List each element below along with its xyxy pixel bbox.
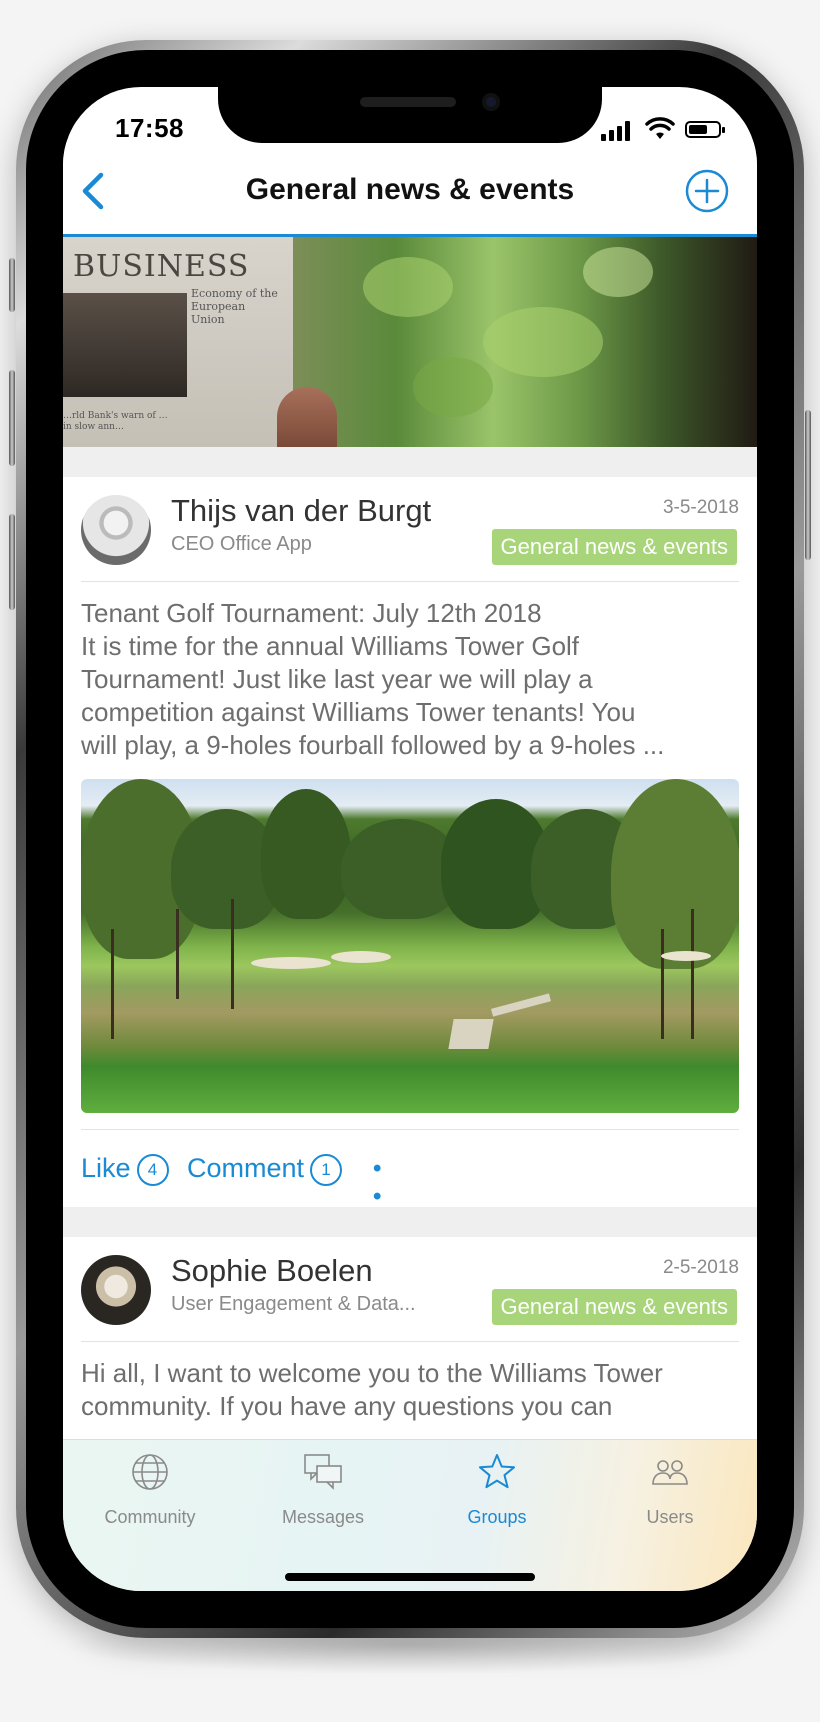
tab-community[interactable]: Community — [65, 1452, 235, 1532]
section-gap — [63, 1207, 757, 1237]
chat-bubbles-icon — [304, 1454, 342, 1490]
post-line: community. If you have any questions you… — [81, 1391, 613, 1421]
tab-messages[interactable]: Messages — [238, 1452, 408, 1532]
post-card[interactable]: Sophie Boelen User Engagement & Data... … — [63, 1237, 757, 1439]
newspaper-graphic: BUSINESS Economy of the European Union …… — [63, 237, 293, 447]
post-date: 2-5-2018 — [662, 1257, 739, 1278]
status-icons — [601, 117, 727, 143]
battery-icon — [685, 121, 725, 138]
tab-label: Users — [646, 1507, 694, 1527]
post-body[interactable]: Tenant Golf Tournament: July 12th 2018 I… — [81, 597, 739, 762]
comment-label: Comment — [187, 1153, 305, 1183]
post-line: will play, a 9-holes fourball followed b… — [81, 730, 665, 760]
post-line: Hi all, I want to welcome you to the Wil… — [81, 1358, 663, 1388]
tab-bar: Community Messages Groups Users — [63, 1439, 757, 1591]
post-body[interactable]: Hi all, I want to welcome you to the Wil… — [81, 1357, 739, 1423]
post-line: It is time for the annual Williams Tower… — [81, 631, 580, 661]
post-author-role: CEO Office App — [171, 533, 312, 555]
post-author[interactable]: Sophie Boelen — [171, 1253, 373, 1289]
speaker-grille — [360, 97, 456, 107]
tab-label: Messages — [281, 1507, 365, 1527]
group-badge[interactable]: General news & events — [491, 529, 737, 565]
post-line: Tenant Golf Tournament: July 12th 2018 — [81, 598, 542, 628]
post-author[interactable]: Thijs van der Burgt — [171, 493, 431, 529]
wifi-icon — [645, 117, 675, 139]
post-line: Tournament! Just like last year we will … — [81, 664, 593, 694]
avatar[interactable] — [81, 495, 151, 565]
nav-header: General news & events — [63, 143, 757, 237]
hand-graphic — [277, 387, 337, 447]
page-title: General news & events — [245, 173, 575, 206]
divider — [81, 1341, 739, 1342]
comment-button[interactable]: Comment 1 — [187, 1153, 343, 1186]
post-line: competition against Williams Tower tenan… — [81, 697, 636, 727]
like-label: Like — [81, 1153, 131, 1183]
front-camera — [482, 93, 500, 111]
newspaper-headline: BUSINESS — [73, 249, 250, 284]
users-icon — [652, 1460, 688, 1485]
post-author-role: User Engagement & Data... — [171, 1293, 416, 1315]
section-gap — [63, 447, 757, 477]
post-image[interactable] — [81, 779, 739, 1113]
screen: 17:58 General news & events BUSINESS Eco… — [63, 87, 757, 1591]
add-post-icon[interactable] — [685, 169, 729, 213]
newspaper-photo — [63, 293, 187, 397]
like-button[interactable]: Like 4 — [81, 1153, 169, 1186]
group-banner-image: BUSINESS Economy of the European Union …… — [63, 237, 757, 447]
volume-up-button — [9, 370, 15, 466]
notch — [218, 87, 602, 143]
star-icon — [479, 1454, 515, 1489]
newspaper-subheading: Economy of the European Union — [191, 287, 278, 326]
group-badge[interactable]: General news & events — [491, 1289, 737, 1325]
volume-down-button — [9, 514, 15, 610]
mute-switch — [9, 258, 15, 312]
tab-label: Community — [104, 1507, 196, 1527]
divider — [81, 1129, 739, 1130]
power-button — [805, 410, 811, 560]
comment-count: 1 — [310, 1153, 343, 1186]
tab-groups[interactable]: Groups — [412, 1452, 582, 1532]
home-indicator[interactable] — [285, 1573, 535, 1581]
avatar[interactable] — [81, 1255, 151, 1325]
status-time: 17:58 — [115, 113, 184, 143]
globe-icon — [132, 1454, 168, 1490]
like-count: 4 — [136, 1153, 169, 1186]
tab-users[interactable]: Users — [585, 1452, 755, 1532]
post-date: 3-5-2018 — [662, 497, 739, 518]
newspaper-caption: …rld Bank's warn of … in slow ann… — [63, 411, 168, 432]
divider — [81, 581, 739, 582]
tab-label: Groups — [467, 1507, 527, 1527]
post-card[interactable]: Thijs van der Burgt CEO Office App 3-5-2… — [63, 477, 757, 1238]
